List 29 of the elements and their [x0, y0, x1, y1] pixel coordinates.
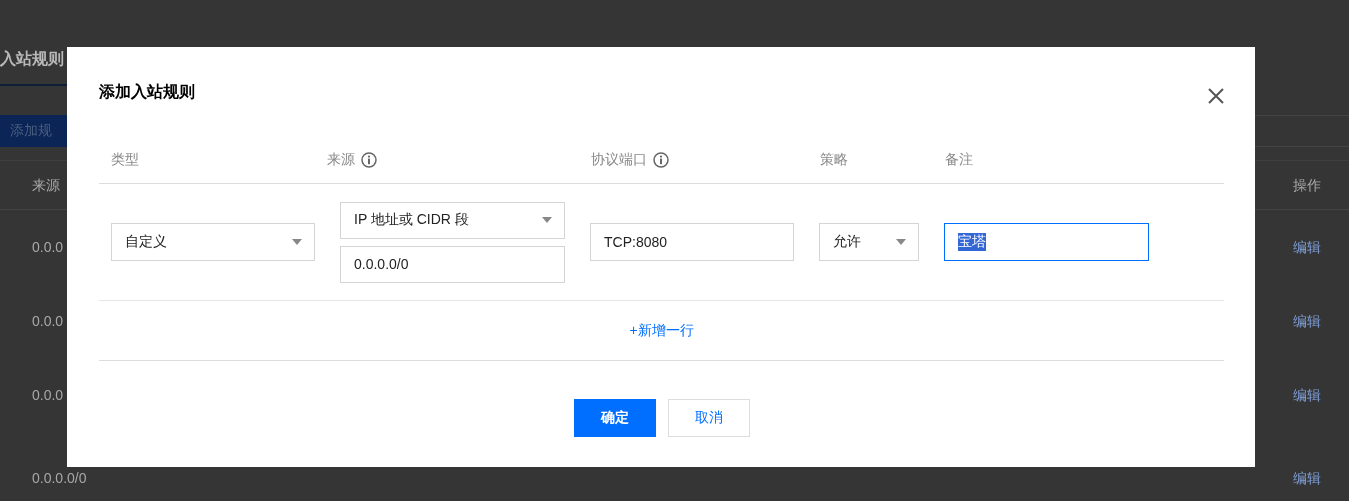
dialog-title: 添加入站规则 [99, 81, 195, 102]
table-cell: 0.0.0.0/0 [32, 470, 87, 486]
source-type-select[interactable]: IP 地址或 CIDR 段 [340, 201, 565, 239]
caret-icon [542, 217, 552, 223]
type-select[interactable]: 自定义 [111, 223, 315, 261]
edit-link[interactable]: 编辑 [1293, 239, 1321, 255]
column-header: 类型 [111, 151, 139, 169]
edit-link[interactable]: 编辑 [1293, 313, 1321, 329]
column-header: 来源 [327, 151, 355, 169]
confirm-button[interactable]: 确定 [573, 399, 656, 437]
edit-link[interactable]: 编辑 [1293, 387, 1321, 403]
note-field[interactable]: 宝塔 [944, 223, 1149, 261]
column-header: 来源 [32, 177, 60, 193]
edit-link[interactable]: 编辑 [1293, 470, 1321, 486]
table-cell: 0.0.0 [32, 387, 64, 403]
column-header: 操作 [1293, 177, 1321, 193]
policy-select[interactable]: 允许 [819, 223, 919, 261]
table-cell: 0.0.0 [32, 239, 64, 255]
table-cell: 0.0.0 [32, 313, 64, 329]
add-row-link[interactable]: +新增一行 [629, 321, 694, 340]
caret-icon [292, 239, 302, 245]
caret-icon [896, 239, 906, 245]
column-header: 策略 [820, 151, 848, 169]
column-header: 协议端口 [591, 151, 647, 169]
source-field[interactable]: 0.0.0.0/0 [340, 245, 565, 283]
close-icon [1208, 88, 1224, 104]
cancel-button[interactable]: 取消 [667, 399, 750, 437]
port-field[interactable]: TCP:8080 [590, 223, 794, 261]
column-header: 备注 [945, 151, 973, 169]
